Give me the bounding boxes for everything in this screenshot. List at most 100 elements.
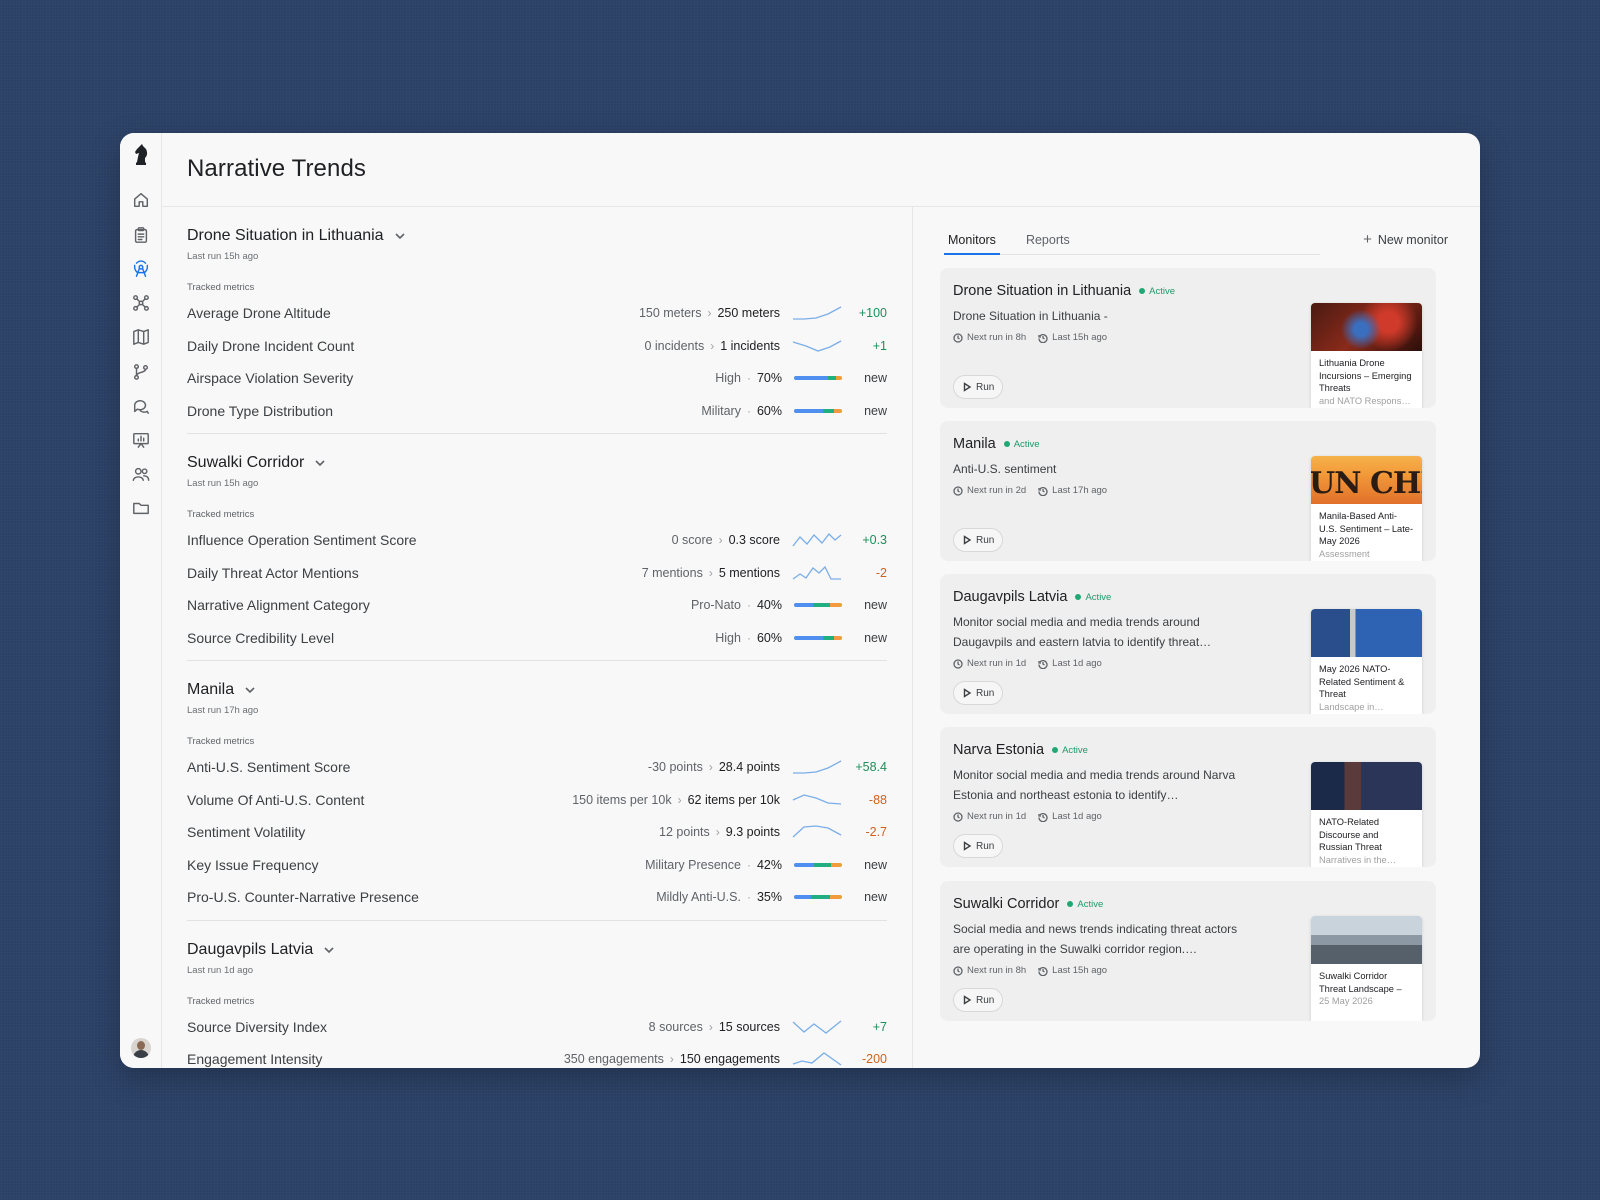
report-thumbnail[interactable]: NATO-Related Discourse and Russian Threa… — [1311, 762, 1422, 867]
last-run-text: Last run 17h ago — [187, 705, 259, 716]
play-icon — [963, 841, 972, 851]
dot-separator: · — [746, 857, 751, 872]
metric-values: 350 engagements › 150 engagements — [564, 1052, 780, 1066]
monitor-card[interactable]: Manila Active Anti-U.S. sentiment Next run … — [940, 421, 1436, 561]
people-icon[interactable] — [130, 463, 152, 485]
folder-icon[interactable] — [130, 497, 152, 519]
broadcast-icon[interactable] — [130, 258, 152, 280]
status-dot-icon — [1139, 288, 1146, 294]
chevron-right-icon: › — [677, 792, 682, 807]
monitor-card[interactable]: Drone Situation in Lithuania Active Drone … — [940, 268, 1436, 408]
trend-group-title[interactable]: Drone Situation in Lithuania — [187, 207, 887, 245]
metric-row[interactable]: Source Diversity Index 8 sources › 15 sourc… — [187, 1011, 887, 1044]
monitor-meta: Next run in 8h Last 15h ago — [953, 965, 1107, 976]
knight-logo-icon[interactable] — [130, 143, 152, 167]
report-thumbnail[interactable]: Suwalki Corridor Threat Landscape – 25 Ma… — [1311, 916, 1422, 1021]
nav-rail — [120, 133, 162, 1068]
metric-row[interactable]: Daily Threat Actor Mentions 7 mentions › 5 … — [187, 557, 887, 590]
metric-from: 7 mentions — [641, 565, 703, 580]
metric-row[interactable]: Airspace Violation Severity High · 70% new — [187, 362, 887, 395]
bar-segment — [829, 895, 839, 900]
chevron-down-icon[interactable] — [394, 230, 406, 242]
tracked-metrics-label: Tracked metrics — [187, 509, 255, 520]
metric-row[interactable]: Volume Of Anti-U.S. Content 150 items per… — [187, 784, 887, 817]
tab-reports[interactable]: Reports — [1022, 233, 1074, 255]
trend-group-title[interactable]: Daugavpils Latvia — [187, 921, 887, 959]
bar-segment — [814, 862, 831, 867]
metric-share: 42% — [756, 857, 782, 872]
chat-icon[interactable] — [130, 395, 152, 417]
clock-icon — [953, 811, 963, 822]
monitor-card[interactable]: Narva Estonia Active Monitor social media … — [940, 727, 1436, 867]
status-badge: Active — [1003, 439, 1040, 450]
chevron-down-icon[interactable] — [244, 684, 256, 696]
last-run-text: Last run 15h ago — [187, 478, 259, 489]
sparkline — [792, 794, 842, 805]
tab-monitors[interactable]: Monitors — [944, 233, 1000, 255]
presentation-icon[interactable] — [130, 429, 152, 451]
metric-name: Drone Type Distribution — [187, 402, 334, 419]
chevron-down-icon[interactable] — [323, 944, 335, 956]
metric-row[interactable]: Key Issue Frequency Military Presence · 42%… — [187, 849, 887, 882]
trend-group-name: Suwalki Corridor — [187, 454, 305, 471]
report-image: UN CHRO — [1311, 456, 1422, 504]
user-avatar[interactable] — [131, 1038, 151, 1058]
chevron-right-icon: › — [708, 565, 713, 580]
run-button[interactable]: Run — [953, 988, 1004, 1012]
metric-row[interactable]: Source Credibility Level High · 60% new — [187, 622, 887, 655]
trend-group-title[interactable]: Suwalki Corridor — [187, 434, 887, 472]
run-button[interactable]: Run — [953, 528, 1004, 552]
metric-values: Pro-Nato · 40% — [691, 598, 782, 612]
trend-group-title[interactable]: Manila — [187, 661, 887, 699]
metric-delta: new — [864, 403, 887, 418]
next-run: Next run in 2d — [953, 485, 1026, 496]
metric-category: Military — [701, 403, 741, 418]
next-run: Next run in 8h — [953, 332, 1026, 343]
graph-icon[interactable] — [130, 292, 152, 314]
metric-name: Average Drone Altitude — [187, 305, 331, 322]
metric-row[interactable]: Average Drone Altitude 150 meters › 250 met… — [187, 297, 887, 330]
report-title: NATO-Related Discourse and Russian Threa… — [1319, 817, 1382, 852]
new-monitor-button[interactable]: + New monitor — [1363, 232, 1448, 247]
metric-category: Military Presence — [645, 857, 741, 872]
metric-row[interactable]: Drone Type Distribution Military · 60% new — [187, 395, 887, 428]
metric-row[interactable]: Narrative Alignment Category Pro-Nato · 40%… — [187, 589, 887, 622]
last-run-text: Last 1d ago — [1052, 658, 1102, 669]
metric-values: 7 mentions › 5 mentions — [642, 566, 780, 580]
tracked-metrics-label: Tracked metrics — [187, 995, 255, 1007]
metric-share: 35% — [756, 890, 782, 905]
metric-row[interactable]: Engagement Intensity 350 engagements › 150 … — [187, 1043, 887, 1068]
chevron-down-icon[interactable] — [314, 457, 326, 469]
metric-values: Military · 60% — [701, 404, 782, 418]
history-icon — [1038, 333, 1048, 343]
run-label: Run — [976, 534, 995, 546]
report-thumbnail[interactable]: UN CHRO Manila-Based Anti-U.S. Sentiment … — [1311, 456, 1422, 561]
metric-row[interactable]: Influence Operation Sentiment Score 0 sco… — [187, 524, 887, 557]
metric-row[interactable]: Sentiment Volatility 12 points › 9.3 points… — [187, 816, 887, 849]
home-icon[interactable] — [130, 189, 152, 211]
metric-delta: +1 — [872, 338, 887, 353]
run-button[interactable]: Run — [953, 681, 1004, 705]
trend-group: Daugavpils Latvia Last run 1d ago Tracked … — [187, 921, 887, 1069]
monitor-card[interactable]: Suwalki Corridor Active Social media and n… — [940, 881, 1436, 1021]
run-button[interactable]: Run — [953, 375, 1004, 399]
branch-icon[interactable] — [130, 361, 152, 383]
metric-row[interactable]: Daily Drone Incident Count 0 incidents › 1 … — [187, 330, 887, 363]
report-thumbnail[interactable]: Lithuania Drone Incursions – Emerging Th… — [1311, 303, 1422, 408]
trend-group: Suwalki Corridor Last run 15h ago Tracked … — [187, 434, 887, 661]
metric-row[interactable]: Anti-U.S. Sentiment Score -30 points › 28.4… — [187, 751, 887, 784]
trend-group-name: Manila — [187, 681, 235, 698]
monitor-title: Manila Active — [953, 436, 1040, 452]
monitor-card[interactable]: Daugavpils Latvia Active Monitor social me… — [940, 574, 1436, 714]
bar-segment — [822, 408, 835, 413]
status-dot-icon — [1075, 594, 1082, 600]
metric-row[interactable]: Pro-U.S. Counter-Narrative Presence Mildl… — [187, 881, 887, 914]
monitor-description: Social media and news trends indicating … — [953, 922, 1238, 956]
status-label: Active — [1149, 285, 1176, 297]
report-thumbnail[interactable]: May 2026 NATO-Related Sentiment & Threat… — [1311, 609, 1422, 714]
map-icon[interactable] — [130, 326, 152, 348]
run-button[interactable]: Run — [953, 834, 1004, 858]
clipboard-icon[interactable] — [130, 224, 152, 246]
metric-to: 15 sources — [718, 1019, 780, 1034]
